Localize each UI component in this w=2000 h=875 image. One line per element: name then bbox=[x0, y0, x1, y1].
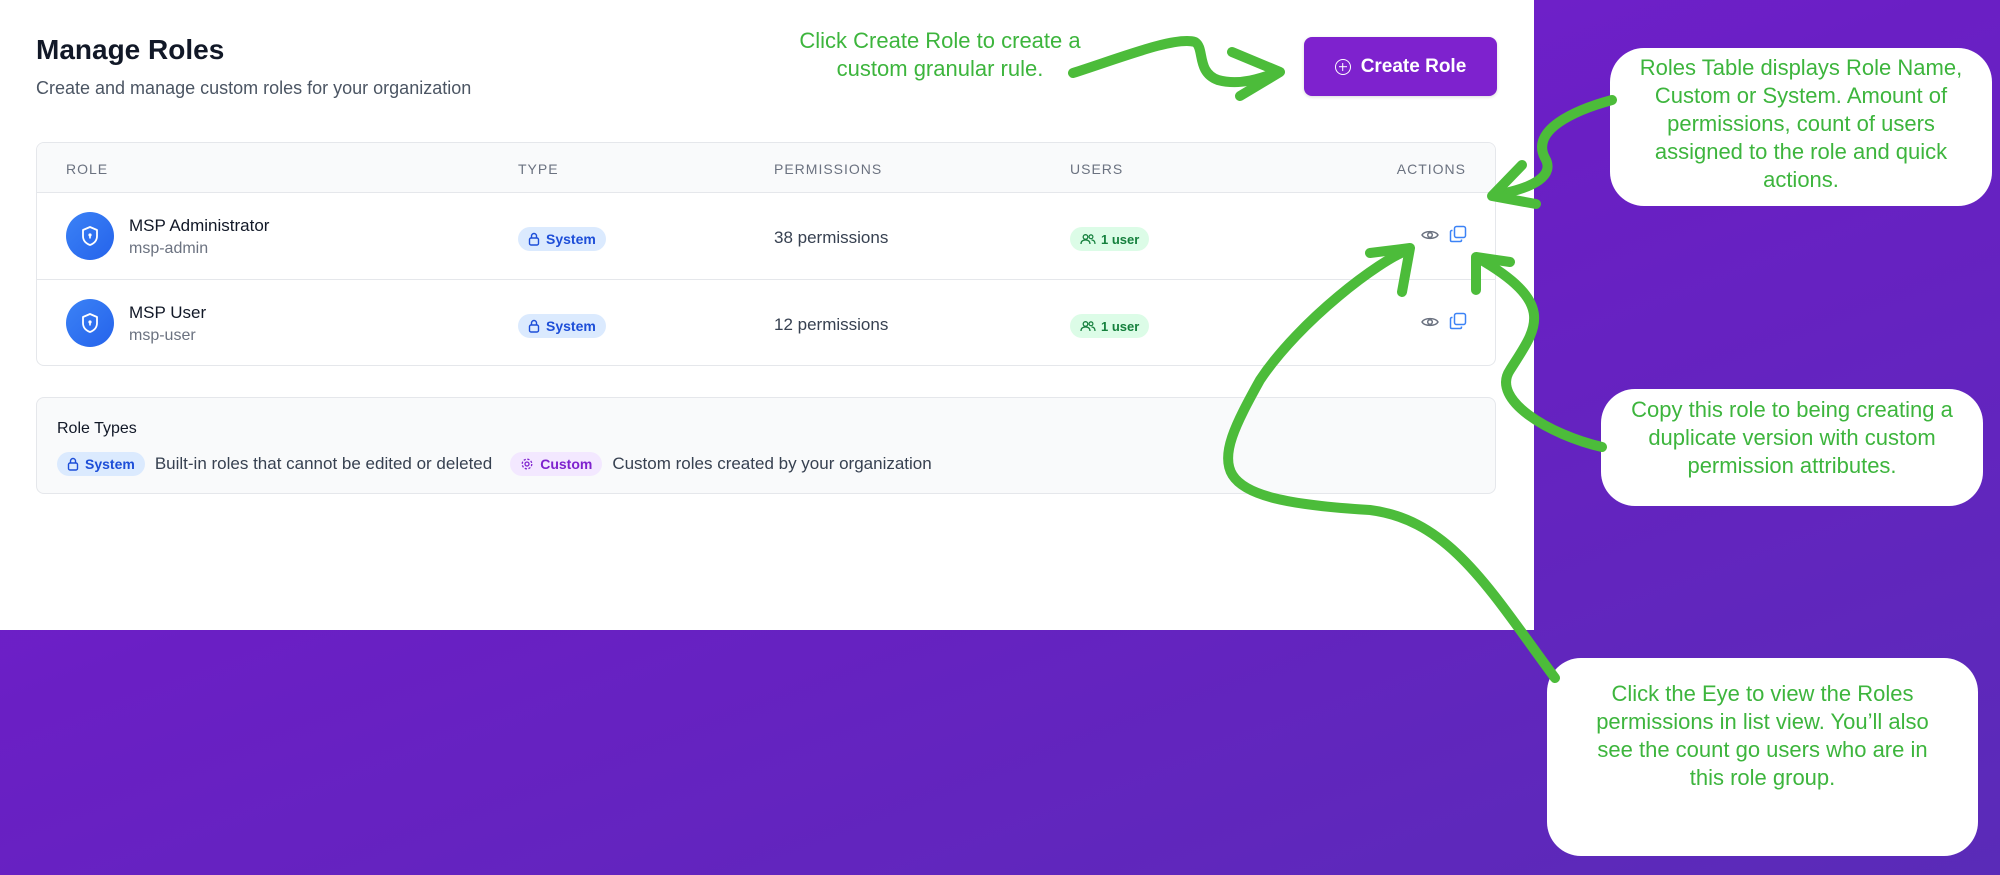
type-badge: System bbox=[518, 314, 606, 338]
table-row: MSP User msp-user System 12 permissions … bbox=[37, 280, 1495, 365]
page-subtitle: Create and manage custom roles for your … bbox=[36, 78, 472, 98]
annotation-create-role: Click Create Role to create a custom gra… bbox=[799, 28, 1081, 81]
lock-icon bbox=[528, 319, 540, 333]
role-slug: msp-user bbox=[129, 327, 196, 344]
permissions-count: 38 permissions bbox=[774, 228, 889, 247]
system-badge-label: System bbox=[85, 456, 135, 472]
annotation-eye-view: Click the Eye to view the Roles permissi… bbox=[1547, 658, 1978, 856]
users-icon bbox=[1080, 321, 1096, 332]
page-title: Manage Roles bbox=[36, 34, 225, 65]
system-description: Built-in roles that cannot be edited or … bbox=[154, 454, 493, 473]
role-avatar bbox=[66, 212, 114, 260]
role-name: MSP User bbox=[129, 303, 207, 322]
role-avatar bbox=[66, 299, 114, 347]
type-badge-label: System bbox=[546, 318, 596, 334]
lock-icon bbox=[528, 232, 540, 246]
lock-icon bbox=[67, 457, 79, 471]
copy-icon[interactable] bbox=[1449, 312, 1467, 330]
create-role-label: Create Role bbox=[1360, 55, 1467, 77]
annotation-copy-role: Copy this role to being creating a dupli… bbox=[1601, 389, 1983, 506]
eye-icon[interactable] bbox=[1421, 314, 1439, 330]
users-badge: 1 user bbox=[1070, 227, 1150, 251]
main-panel: Manage Roles Create and manage custom ro… bbox=[0, 0, 1534, 630]
custom-description: Custom roles created by your organizatio… bbox=[612, 454, 932, 473]
role-types-row: System Built-in roles that cannot be edi… bbox=[57, 452, 932, 476]
plus-circle-icon bbox=[1334, 58, 1351, 75]
shield-icon bbox=[82, 226, 98, 246]
table-row: MSP Administrator msp-admin System 38 pe… bbox=[37, 193, 1495, 280]
system-badge: System bbox=[57, 452, 145, 476]
header-actions: ACTIONS bbox=[1396, 161, 1466, 177]
role-types-title: Role Types bbox=[57, 420, 137, 437]
copy-icon[interactable] bbox=[1449, 225, 1467, 243]
shield-icon bbox=[82, 313, 98, 333]
header-users: USERS bbox=[1070, 161, 1124, 177]
header-role: ROLE bbox=[66, 161, 109, 177]
gear-icon bbox=[521, 458, 533, 470]
type-badge: System bbox=[518, 227, 606, 251]
type-badge-label: System bbox=[546, 231, 596, 247]
roles-table: ROLE TYPE PERMISSIONS USERS ACTIONS MSP … bbox=[36, 142, 1496, 366]
header-type: TYPE bbox=[518, 161, 559, 177]
role-name: MSP Administrator bbox=[129, 216, 270, 235]
permissions-count: 12 permissions bbox=[774, 315, 889, 334]
role-types-legend: Role Types System Built-in roles that ca… bbox=[36, 397, 1496, 494]
header-permissions: PERMISSIONS bbox=[774, 161, 883, 177]
annotation-roles-table: Roles Table displays Role Name, Custom o… bbox=[1610, 48, 1992, 206]
custom-badge: Custom bbox=[510, 452, 603, 476]
eye-icon[interactable] bbox=[1421, 227, 1439, 243]
users-badge-label: 1 user bbox=[1101, 318, 1140, 334]
table-header: ROLE TYPE PERMISSIONS USERS ACTIONS bbox=[37, 143, 1495, 193]
users-badge: 1 user bbox=[1070, 314, 1150, 338]
role-slug: msp-admin bbox=[129, 240, 209, 257]
custom-badge-label: Custom bbox=[540, 456, 593, 472]
users-icon bbox=[1080, 234, 1096, 245]
users-badge-label: 1 user bbox=[1101, 231, 1140, 247]
create-role-button[interactable]: Create Role bbox=[1304, 37, 1497, 96]
